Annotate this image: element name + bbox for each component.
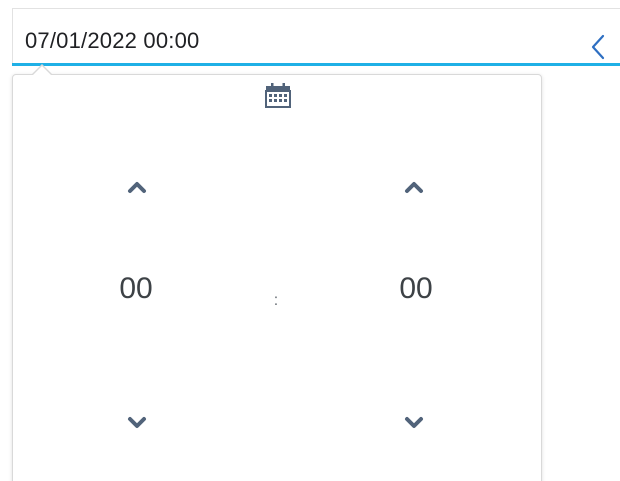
hours-value: 00	[119, 272, 153, 305]
input-focus-underline	[12, 63, 620, 66]
time-picker-popup	[12, 74, 542, 481]
hours-increment-button[interactable]	[117, 172, 157, 202]
chevron-up-icon	[128, 182, 146, 193]
datetime-picker: 07/01/2022 00:00 00 : 00	[0, 0, 620, 481]
hours-decrement-button[interactable]	[117, 408, 157, 438]
chevron-left-icon[interactable]	[588, 33, 608, 61]
calendar-icon[interactable]	[265, 82, 291, 108]
chevron-down-icon	[128, 417, 146, 428]
time-separator: :	[273, 292, 279, 309]
chevron-down-icon	[405, 417, 423, 428]
datetime-input[interactable]: 07/01/2022 00:00	[12, 8, 620, 66]
datetime-input-value[interactable]: 07/01/2022 00:00	[25, 28, 199, 54]
minutes-decrement-button[interactable]	[394, 408, 434, 438]
minutes-increment-button[interactable]	[394, 172, 434, 202]
chevron-up-icon	[405, 182, 423, 193]
minutes-value: 00	[399, 272, 433, 305]
